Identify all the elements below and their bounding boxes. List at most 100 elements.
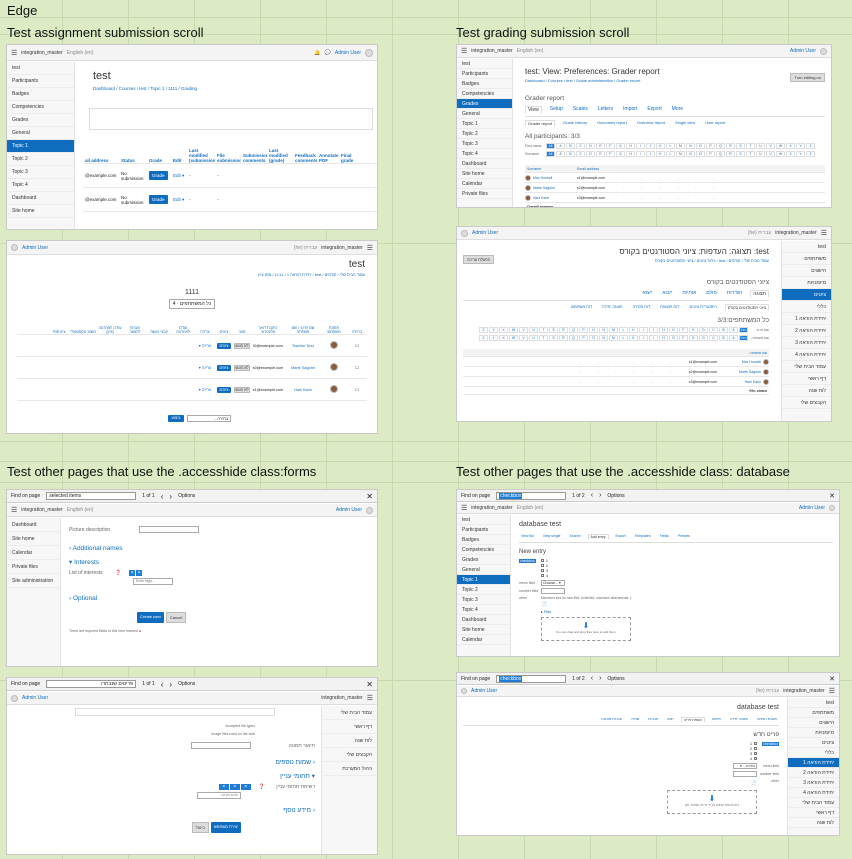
nav-tab[interactable]: סולם [704, 290, 719, 298]
name-link[interactable]: Max Horwell [533, 176, 552, 180]
grade-cell[interactable]: - [633, 196, 651, 200]
initial-letter[interactable]: T [746, 143, 755, 149]
grade-cell[interactable]: - [661, 380, 679, 384]
initial-letter[interactable]: H [626, 151, 635, 157]
turn-editing-on-button[interactable]: Turn editing on [790, 73, 825, 82]
sub-tab[interactable]: Overview report [635, 120, 667, 127]
initial-letter[interactable]: K [629, 327, 638, 333]
sidebar-item[interactable]: Topic 1 [7, 140, 74, 153]
menu-icon[interactable]: ☰ [367, 244, 373, 252]
grade-cell[interactable]: - [607, 380, 625, 384]
grade-cell[interactable]: - [615, 186, 633, 190]
grade-cell[interactable]: - [643, 380, 661, 384]
column-header[interactable]: עודכן לאחרונה [171, 326, 195, 334]
initial-letter[interactable]: Y [796, 143, 805, 149]
sub-tab[interactable]: User report [703, 120, 727, 127]
initial-letter[interactable]: Q [716, 143, 725, 149]
user-menu[interactable]: Admin User [472, 230, 498, 236]
sub-tab[interactable]: Single view [673, 120, 697, 127]
initial-letter[interactable]: L [619, 335, 628, 341]
nav-tab[interactable]: תבניות מוכנות [599, 717, 624, 723]
column-header[interactable]: מצב [233, 330, 251, 334]
grade-cell[interactable]: - [687, 186, 705, 190]
initial-letter[interactable]: R [559, 335, 568, 341]
grade-cell[interactable]: - [687, 196, 705, 200]
sidebar-item[interactable]: לוח שנה [782, 385, 831, 397]
initial-letter[interactable]: M [609, 335, 618, 341]
initial-letter[interactable]: N [599, 335, 608, 341]
column-header[interactable]: Last modified (submission) [187, 148, 215, 163]
sidebar-item[interactable]: Calendar [7, 546, 60, 560]
initial-letter[interactable]: V [766, 143, 775, 149]
sidebar-item[interactable]: Grades [457, 99, 512, 109]
name-link[interactable]: Max Horwell [742, 360, 761, 364]
initial-letter[interactable]: N [599, 327, 608, 333]
previous-icon[interactable]: ‹ [161, 680, 164, 689]
initial-letter[interactable]: P [706, 143, 715, 149]
avatar[interactable] [461, 688, 467, 694]
sidebar-item[interactable]: Site home [457, 625, 510, 635]
sidebar-item[interactable]: Topic 4 [457, 605, 510, 615]
initial-letter[interactable]: A [729, 327, 738, 333]
initial-letter[interactable]: G [669, 327, 678, 333]
bulk-action-select[interactable]: בחירה... [187, 415, 231, 422]
grade-cell[interactable]: - [571, 360, 589, 364]
menu-field-select[interactable]: בחירה... ▾ [733, 763, 757, 769]
find-input[interactable]: checkbox [496, 674, 567, 683]
menu-icon[interactable]: ☰ [821, 229, 827, 237]
initial-letter[interactable]: F [606, 151, 615, 157]
sidebar-item[interactable]: test [457, 515, 510, 525]
sidebar-item[interactable]: Grades [7, 114, 74, 127]
checkbox[interactable] [541, 564, 544, 567]
sub-tab[interactable]: ציוני הסטודנטים בקורס [724, 304, 769, 311]
sidebar-item[interactable]: Participants [7, 75, 74, 88]
column-header[interactable]: משוב טקסטואלי [69, 330, 97, 334]
column-header[interactable]: כתובת דואר אלקטרוני [251, 326, 285, 334]
sidebar-item[interactable]: Dashboard [457, 159, 512, 169]
create-user-button[interactable]: יצירת משתמש [210, 822, 241, 833]
nav-tab[interactable]: ייבוא [660, 290, 674, 298]
previous-icon[interactable]: ‹ [591, 675, 593, 682]
user-menu[interactable]: Admin User [22, 695, 48, 701]
edit-menu[interactable]: עריכה ▾ [195, 365, 215, 370]
sidebar-item[interactable]: Topic 1 [457, 575, 510, 585]
chat-icon[interactable]: 💬 [325, 50, 331, 56]
site-brand[interactable]: integration_master [21, 507, 62, 513]
number-field-input[interactable] [733, 771, 757, 777]
sidebar-item[interactable]: הקבצים שלי [782, 397, 831, 409]
column-header[interactable]: הערות להגשה [123, 326, 147, 334]
sidebar-item[interactable]: test [788, 698, 839, 708]
nav-tab[interactable]: View [525, 106, 542, 114]
initial-letter[interactable]: X [786, 151, 795, 157]
column-header[interactable]: קבצי הגשה [147, 330, 171, 334]
grade-cell[interactable]: - [633, 176, 651, 180]
sidebar-item[interactable]: לוח שנה [788, 818, 839, 828]
name-link[interactable]: Hani Kahn [745, 380, 761, 384]
grade-cell[interactable]: - [589, 360, 607, 364]
column-header[interactable]: Submission comments [241, 153, 267, 163]
tag-chip[interactable]: × [129, 570, 136, 576]
name-link[interactable]: Teacher Tezz [285, 344, 321, 348]
initial-letter[interactable]: O [696, 143, 705, 149]
picture-description-input[interactable] [191, 742, 251, 749]
initial-letter[interactable]: K [629, 335, 638, 341]
initial-letter[interactable]: W [776, 143, 785, 149]
initial-letter[interactable]: M [609, 327, 618, 333]
initial-letter[interactable]: H [659, 335, 668, 341]
sidebar-item[interactable]: Site home [7, 205, 74, 218]
initial-letter[interactable]: M [676, 151, 685, 157]
initial-letter[interactable]: G [616, 151, 625, 157]
sidebar-item[interactable]: ציונים [782, 289, 831, 301]
sub-tab[interactable]: דוח משתמש [569, 304, 594, 311]
name-link[interactable]: Marte Sagorni [533, 186, 555, 190]
initial-letter[interactable]: O [696, 151, 705, 157]
initial-letter[interactable]: S [736, 143, 745, 149]
initial-letter[interactable]: D [586, 143, 595, 149]
nav-tab[interactable]: תצוגה יחידה [728, 717, 750, 723]
initial-letter[interactable]: Z [479, 335, 488, 341]
initial-letter[interactable]: X [499, 335, 508, 341]
sidebar-item[interactable]: Competencies [7, 101, 74, 114]
checkbox[interactable] [754, 752, 757, 755]
sidebar-item[interactable]: ניהול המערכת [322, 762, 377, 776]
find-options[interactable]: Options [607, 493, 624, 499]
